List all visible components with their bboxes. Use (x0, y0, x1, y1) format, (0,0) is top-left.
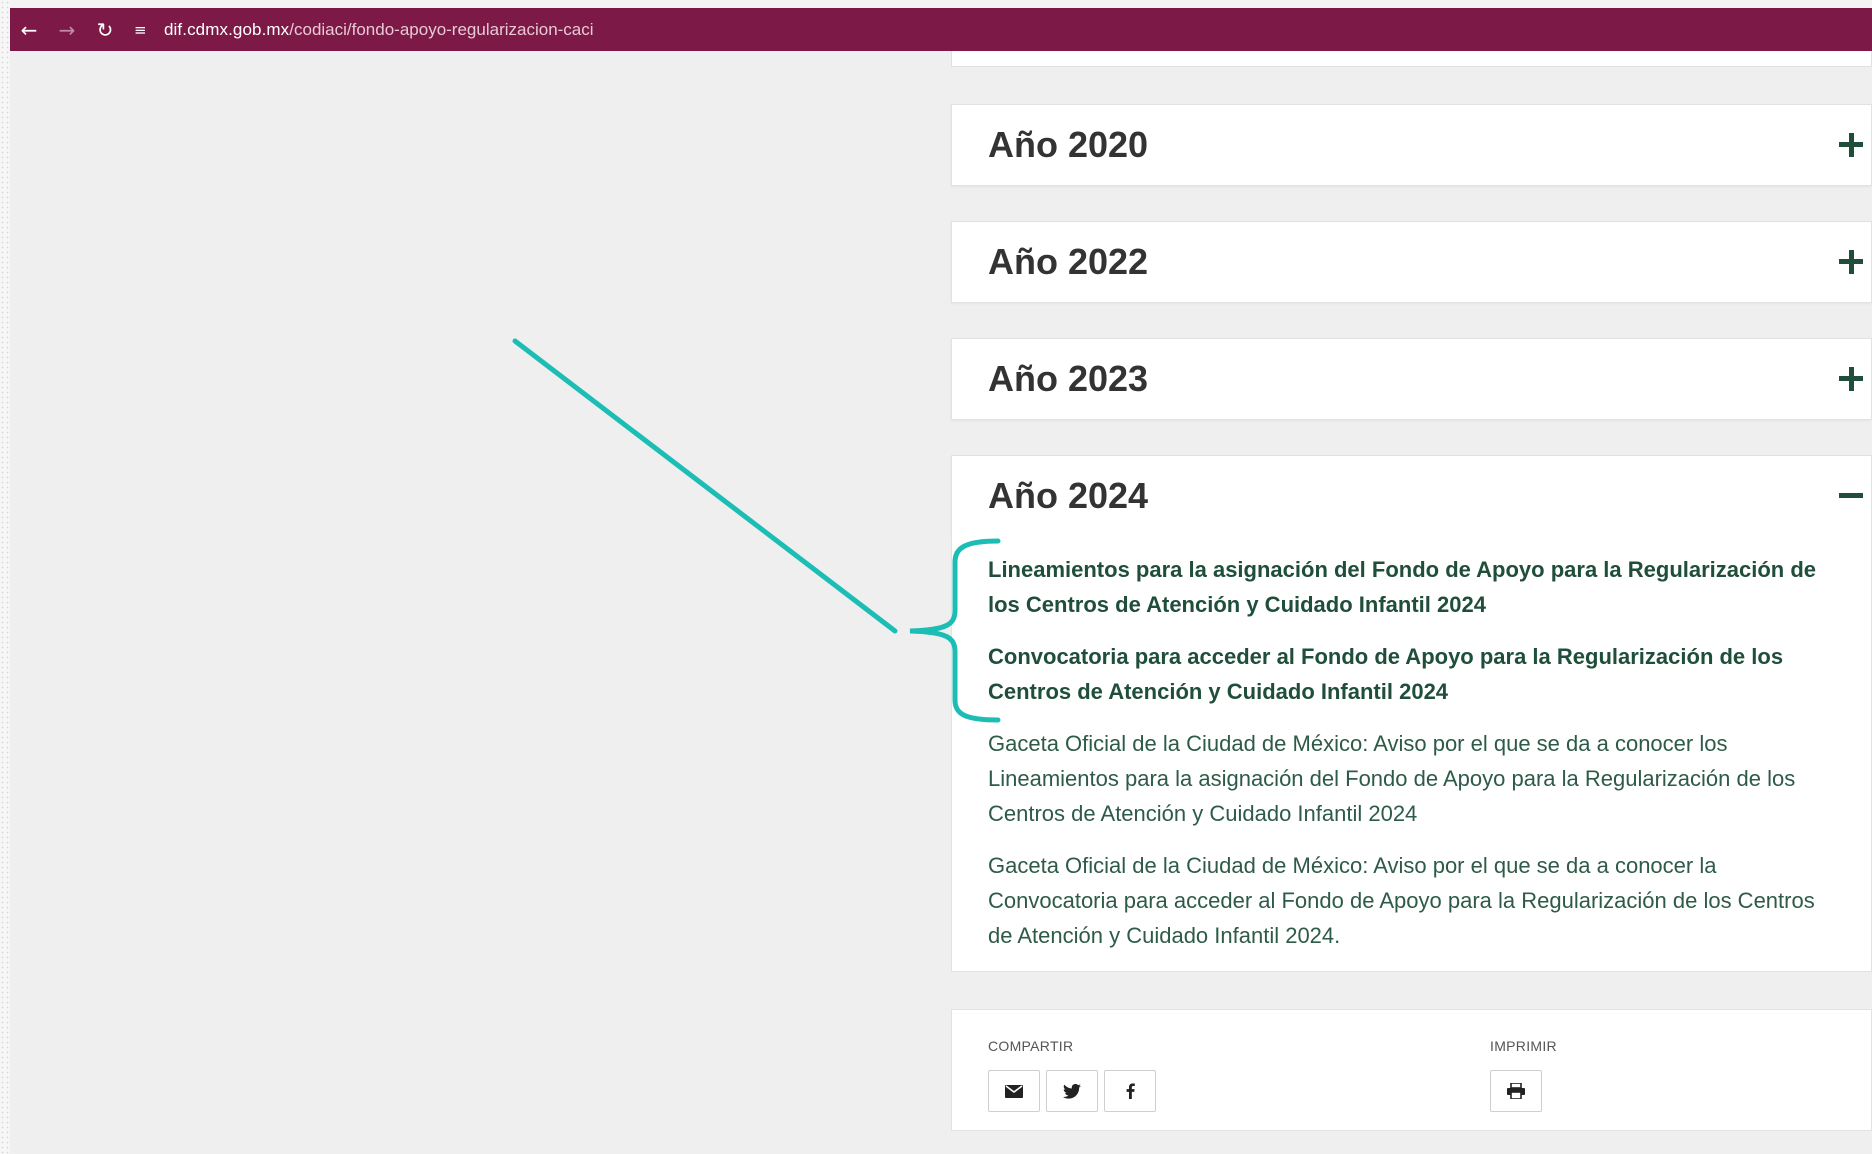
accordion-header-2022[interactable]: Año 2022 (951, 221, 1872, 303)
forward-arrow-icon[interactable]: → (48, 15, 86, 45)
accordion-header-2020[interactable]: Año 2020 (951, 104, 1872, 186)
minus-icon (1837, 482, 1865, 510)
link-line: Lineamientos para la asignación del Fond… (988, 557, 1817, 582)
url-path: /codiaci/fondo-apoyo-regularizacion-caci (289, 19, 594, 39)
accordion-header-2023[interactable]: Año 2023 (951, 338, 1872, 420)
link-line: Centros de Atención y Cuidado Infantil 2… (988, 679, 1449, 704)
url-host: dif.cdmx.gob.mx (164, 19, 290, 39)
link-line: Lineamientos para la asignación del Fond… (988, 766, 1796, 791)
page-top-edge (0, 0, 1872, 8)
link-line: Gaceta Oficial de la Ciudad de México: A… (988, 731, 1728, 756)
accordion-title: Año 2024 (988, 474, 1149, 516)
accordion-body-2024: Lineamientos para la asignación del Fond… (951, 535, 1872, 972)
browser-toolbar: ← → ↻ ≡ dif.cdmx.gob.mx/codiaci/fondo-ap… (10, 8, 1872, 51)
address-bar[interactable]: dif.cdmx.gob.mx/codiaci/fondo-apoyo-regu… (164, 20, 594, 40)
twitter-share-button[interactable] (1046, 1070, 1098, 1112)
previous-accordion-panel (951, 51, 1872, 67)
compartir-label: COMPARTIR (988, 1038, 1074, 1054)
reload-icon[interactable]: ↻ (86, 15, 124, 45)
accordion-title: Año 2022 (988, 241, 1149, 282)
share-print-box: COMPARTIR IMPRIMIR (951, 1009, 1872, 1131)
facebook-icon (1126, 1083, 1135, 1099)
link-line: de Atención y Cuidado Infantil 2024. (988, 923, 1341, 948)
gaceta-lineamientos-link[interactable]: Gaceta Oficial de la Ciudad de México: A… (988, 726, 1858, 831)
back-arrow-icon[interactable]: ← (10, 15, 48, 45)
accordion-title: Año 2023 (988, 358, 1149, 399)
print-button[interactable] (1490, 1070, 1542, 1112)
site-settings-icon[interactable]: ≡ (134, 21, 160, 39)
page-left-edge (0, 0, 10, 1154)
link-line: los Centros de Atención y Cuidado Infant… (988, 592, 1486, 617)
facebook-share-button[interactable] (1104, 1070, 1156, 1112)
email-share-button[interactable] (988, 1070, 1040, 1112)
email-icon (1005, 1084, 1023, 1098)
imprimir-label: IMPRIMIR (1490, 1038, 1557, 1054)
annotation-arrow-line (512, 338, 898, 634)
link-line: Convocatoria para acceder al Fondo de Ap… (988, 888, 1815, 913)
plus-icon (1837, 248, 1865, 276)
accordion-header-2024[interactable]: Año 2024 (951, 455, 1872, 536)
convocatoria-link[interactable]: Convocatoria para acceder al Fondo de Ap… (988, 639, 1858, 709)
link-line: Centros de Atención y Cuidado Infantil 2… (988, 801, 1418, 826)
print-icon (1507, 1083, 1525, 1099)
link-line: Convocatoria para acceder al Fondo de Ap… (988, 644, 1784, 669)
lineamientos-link[interactable]: Lineamientos para la asignación del Fond… (988, 552, 1858, 622)
accordion-title: Año 2020 (988, 124, 1149, 165)
plus-icon (1837, 365, 1865, 393)
link-line: Gaceta Oficial de la Ciudad de México: A… (988, 853, 1717, 878)
twitter-icon (1063, 1083, 1081, 1099)
gaceta-convocatoria-link[interactable]: Gaceta Oficial de la Ciudad de México: A… (988, 848, 1858, 953)
plus-icon (1837, 131, 1865, 159)
